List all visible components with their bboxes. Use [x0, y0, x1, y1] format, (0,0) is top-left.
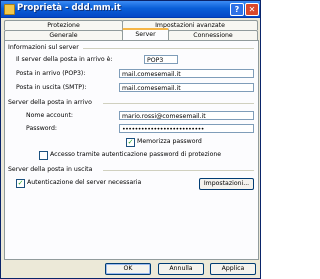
incoming-server-field[interactable]: mail.comesemail.it [119, 69, 254, 78]
server-auth-checkbox[interactable]: ✓ [16, 179, 25, 188]
close-button[interactable]: ✕ [245, 3, 259, 16]
tab-protezione[interactable]: Protezione [4, 20, 123, 30]
incoming-server-label: Posta in arrivo (POP3): [16, 70, 86, 77]
cancel-button[interactable]: Annulla [158, 263, 204, 275]
section-divider [103, 170, 254, 171]
incoming-type-label: Il server della posta in arrivo è: [16, 56, 113, 63]
account-name-field[interactable]: mario.rossi@comesemail.it [119, 111, 254, 120]
apply-button[interactable]: Applica [210, 263, 256, 275]
tab-connessione[interactable]: Connessione [168, 30, 258, 40]
outgoing-server-label: Posta in uscita (SMTP): [16, 84, 87, 91]
outgoing-section-heading: Server della posta in uscita [8, 166, 93, 173]
server-tab-panel: Informazioni sul server Il server della … [4, 40, 259, 260]
section-divider [83, 48, 254, 49]
password-label: Password: [26, 125, 57, 132]
help-button[interactable]: ? [230, 3, 244, 16]
outgoing-server-field[interactable]: mail.comesemail.it [119, 83, 254, 92]
tab-generale[interactable]: Generale [4, 30, 123, 40]
remember-password-checkbox[interactable]: ✓ [126, 138, 135, 147]
incoming-type-field[interactable]: POP3 [144, 55, 178, 64]
remember-password-label: Memorizza password [137, 138, 202, 145]
incoming-section-heading: Server della posta in arrivo [8, 99, 92, 106]
ok-button[interactable]: OK [105, 263, 151, 275]
server-auth-label: Autenticazione del server necessaria [27, 179, 142, 186]
password-field[interactable]: •••••••••••••••••••••••••• [119, 124, 254, 133]
section-divider [103, 103, 254, 104]
account-name-label: Nome account: [26, 112, 73, 119]
spa-login-checkbox[interactable] [39, 151, 48, 160]
server-info-heading: Informazioni sul server [8, 44, 79, 51]
title-bar[interactable]: Proprietà - ddd.mm.it ? ✕ [1, 1, 260, 18]
settings-button[interactable]: Impostazioni... [199, 178, 254, 190]
spa-login-label: Accesso tramite autenticazione password … [50, 151, 222, 158]
mail-account-icon [4, 4, 15, 15]
tab-server[interactable]: Server [122, 28, 169, 40]
properties-dialog: Proprietà - ddd.mm.it ? ✕ Protezione Imp… [0, 0, 261, 279]
window-title: Proprietà - ddd.mm.it [17, 3, 121, 13]
